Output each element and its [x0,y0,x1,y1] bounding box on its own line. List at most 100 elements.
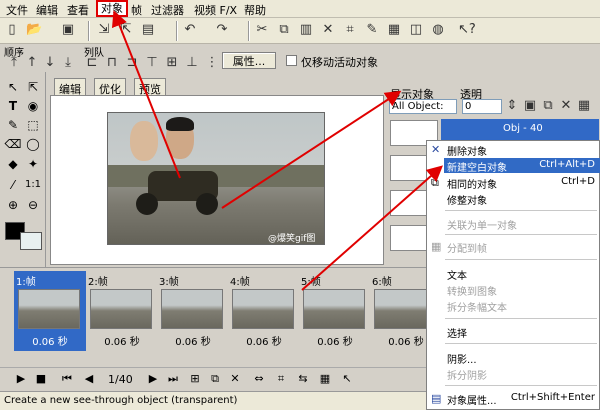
move-active-only-checkbox[interactable] [286,55,297,66]
bring-forward-icon[interactable]: ↑ [24,55,40,71]
align-top-icon[interactable]: ⊤ [144,55,160,71]
menu-object[interactable]: 对象 [96,0,128,17]
new-file-icon[interactable]: ▯ [4,22,20,38]
image-icon[interactable]: ▤ [140,22,156,38]
rotate-icon[interactable]: ◉ [24,97,42,115]
tab-edit[interactable]: 编辑 [54,78,86,96]
menu-item-same-object[interactable]: 相同的对象 [447,176,497,191]
frame-cell[interactable]: 3:帧 0.06 秒 [157,271,229,351]
frame-cell[interactable]: 5:帧 0.06 秒 [299,271,371,351]
distribute-icon[interactable]: ⋮ [204,55,220,71]
actual-size-icon[interactable]: 1:1 [24,176,42,194]
duplicate-object-icon[interactable]: ⧉ [540,98,556,114]
face-object-1[interactable] [130,121,158,161]
properties-button[interactable]: 属性... [222,52,276,69]
last-frame-icon[interactable]: ⏭ [166,372,180,386]
menu-item-split-banner-text[interactable]: 拆分条幅文本 [447,299,507,314]
menu-item-trim-object[interactable]: 修整对象 [447,192,487,207]
menu-item-object-properties[interactable]: 对象属性... [447,392,497,407]
frame-icon[interactable]: ▦ [386,22,402,38]
move-select-icon[interactable]: ⇱ [24,78,42,96]
crop2-icon[interactable]: ◫ [408,22,424,38]
move-frame-icon[interactable]: ⇔ [252,372,266,385]
transparency-value: 0 [465,101,472,112]
delete-icon[interactable]: ✕ [320,22,336,38]
menu-filter[interactable]: 过滤器 [151,2,184,18]
first-frame-icon[interactable]: ⏮ [60,372,74,386]
copy-icon[interactable]: ⧉ [276,22,292,38]
new-object-icon[interactable]: ▣ [522,98,538,114]
menu-item-new-blank-object[interactable]: 新建空白对象 [447,159,507,174]
import-icon[interactable]: ⇲ [96,22,112,38]
magic-wand-icon[interactable]: ✦ [24,155,42,173]
menu-edit[interactable]: 编辑 [36,2,58,18]
menu-item-select[interactable]: 选择 [447,325,467,340]
stop-icon[interactable]: ■ [34,372,48,385]
menu-item-convert-to-image[interactable]: 转换到图象 [447,283,497,298]
select-object-icon[interactable]: ⇕ [504,98,520,114]
menu-item-assign-to-frame[interactable]: 分配到帧 [447,240,487,255]
frame-cell[interactable]: 4:帧 0.06 秒 [228,271,300,351]
brush-icon[interactable]: ✎ [4,116,22,134]
save-icon[interactable]: ▣ [60,22,76,38]
object-properties-icon[interactable]: ▦ [576,98,592,114]
tab-preview[interactable]: 预览 [134,78,166,96]
menu-item-shadow[interactable]: 阴影... [447,351,477,366]
eyedropper-icon[interactable]: ⁄ [4,176,22,194]
align-bottom-icon[interactable]: ⊥ [184,55,200,71]
cut-icon[interactable]: ✂ [254,22,270,38]
delete-object-icon[interactable]: ✕ [558,98,574,114]
transparency-spinner[interactable]: 0 [462,99,502,114]
align-middle-icon[interactable]: ⊞ [164,55,180,71]
menu-item-merge-single[interactable]: 关联为单一对象 [447,217,517,232]
menu-separator [445,385,597,386]
reverse-frames-icon[interactable]: ⇆ [296,372,310,385]
play-icon[interactable]: ▶ [14,372,28,385]
crop-icon[interactable]: ⌗ [342,22,358,38]
open-folder-icon[interactable]: 📂 [26,22,42,38]
menu-item-split-shadow[interactable]: 拆分阴影 [447,367,487,382]
align-left-icon[interactable]: ⊏ [84,55,100,71]
ellipse-select-icon[interactable]: ◯ [24,135,42,153]
align-right-icon[interactable]: ⊐ [124,55,140,71]
zoom-in-icon[interactable]: ⊕ [4,196,22,214]
paste-icon[interactable]: ▥ [298,22,314,38]
help-pointer-icon[interactable]: ↖? [458,22,476,38]
redo-icon[interactable]: ↷ [214,22,230,38]
frame-properties-icon[interactable]: ▦ [318,372,332,385]
delete-frame-icon[interactable]: ✕ [228,372,242,385]
bring-to-front-icon[interactable]: ⤒ [6,55,22,71]
select-arrow-icon[interactable]: ↖ [4,78,22,96]
menu-file[interactable]: 文件 [6,2,28,18]
magic-icon[interactable]: ✎ [364,22,380,38]
crop-frame-icon[interactable]: ⌗ [274,372,288,386]
menu-item-delete-object[interactable]: 删除对象 [447,143,487,158]
help-pointer-icon[interactable]: ↖ [340,372,354,385]
globe-icon[interactable]: ◍ [430,22,446,38]
next-frame-icon[interactable]: ▶ [146,372,160,385]
fill-bucket-icon[interactable]: ◆ [4,155,22,173]
display-objects-combo[interactable]: All Object: [389,99,457,114]
send-to-back-icon[interactable]: ⤓ [60,55,76,71]
background-color-swatch[interactable] [20,232,42,250]
lasso-select-icon[interactable]: ⬚ [24,116,42,134]
eraser-icon[interactable]: ⌫ [4,135,22,153]
tab-optimize[interactable]: 优化 [94,78,126,96]
zoom-out-icon[interactable]: ⊖ [24,196,42,214]
menu-view[interactable]: 查看 [67,2,89,18]
prev-frame-icon[interactable]: ◀ [82,372,96,385]
duplicate-frame-icon[interactable]: ⧉ [208,372,222,386]
menu-frame[interactable]: 帧 [131,2,142,18]
align-center-icon[interactable]: ⊓ [104,55,120,71]
frame-cell[interactable]: 2:帧 0.06 秒 [86,271,158,351]
export-icon[interactable]: ⇱ [118,22,134,38]
undo-icon[interactable]: ↶ [182,22,198,38]
menu-help[interactable]: 帮助 [244,2,266,18]
frame-cell[interactable]: 1:帧 0.06 秒 [14,271,86,351]
menu-video-fx[interactable]: 视频 F/X [194,2,237,18]
add-frame-icon[interactable]: ⊞ [188,372,202,385]
text-tool-icon[interactable]: T [4,97,22,115]
send-backward-icon[interactable]: ↓ [42,55,58,71]
gif-image[interactable]: @爆笑gif图 [107,112,325,245]
menu-item-text[interactable]: 文本 [447,267,467,282]
